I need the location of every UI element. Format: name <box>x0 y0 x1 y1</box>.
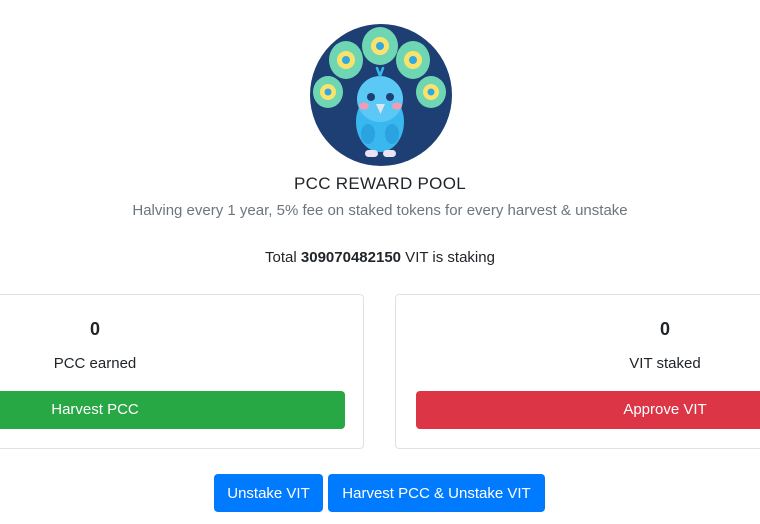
total-staked-amount: 309070482150 <box>300 249 402 266</box>
total-staking-line: Total 309070482150 VIT is staking <box>0 249 760 266</box>
vit-staked-card: 0 VIT staked Approve VIT <box>395 294 760 449</box>
harvest-pcc-label: Harvest PCC <box>51 401 139 418</box>
total-prefix: Total <box>265 249 301 266</box>
harvest-pcc-button[interactable]: Harvest PCC <box>0 391 345 429</box>
staking-pool-page: PCC REWARD POOL Halving every 1 year, 5%… <box>0 0 760 524</box>
peacock-logo-icon <box>310 24 452 166</box>
unstake-vit-button[interactable]: Unstake VIT <box>214 474 323 512</box>
harvest-and-unstake-button[interactable]: Harvest PCC & Unstake VIT <box>328 474 545 512</box>
pool-subtitle: Halving every 1 year, 5% fee on staked t… <box>132 202 628 219</box>
vit-staked-amount: 0 <box>659 319 670 339</box>
approve-vit-button[interactable]: Approve VIT <box>416 391 760 429</box>
pool-title: PCC REWARD POOL <box>293 174 466 193</box>
pcc-earned-label: PCC earned <box>53 355 137 372</box>
pcc-earned-amount: 0 <box>89 319 100 339</box>
total-suffix: VIT is staking <box>401 249 495 266</box>
pcc-earned-card: 0 PCC earned Harvest PCC <box>0 294 364 449</box>
approve-vit-label: Approve VIT <box>623 401 707 418</box>
vit-staked-label: VIT staked <box>629 355 701 372</box>
